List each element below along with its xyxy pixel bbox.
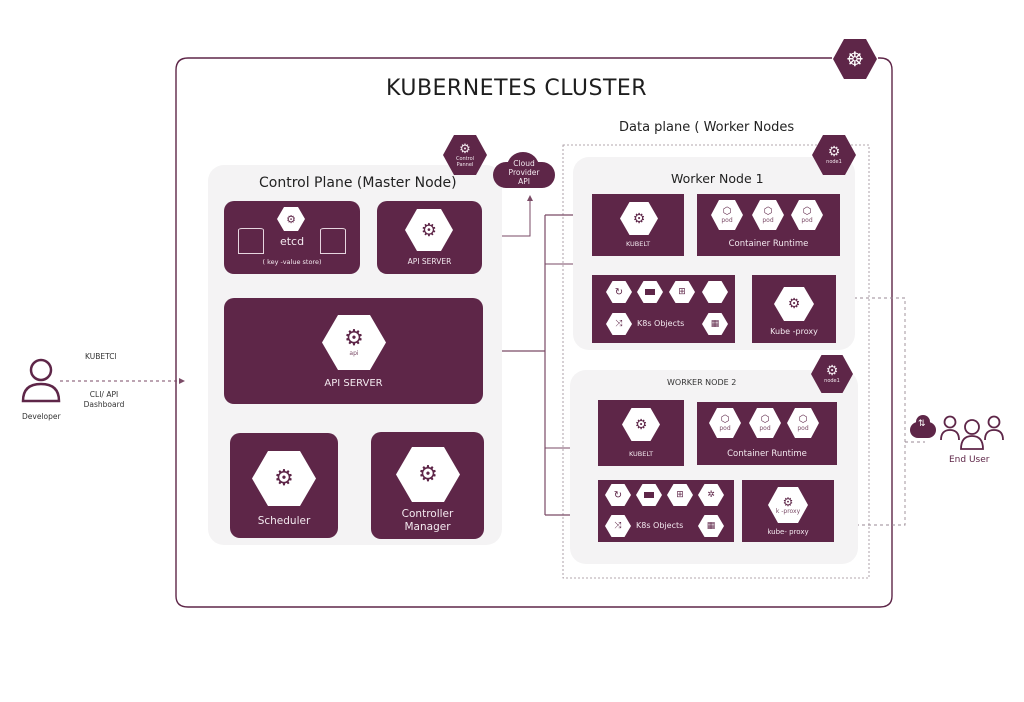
cloud-label-2: Provider <box>508 168 540 177</box>
kube-proxy-2-box[interactable]: ⚙ k -proxy kube- proxy <box>742 480 834 542</box>
k8s-objects-2-box[interactable]: ↻ ⊞ ✲ ⤨ ▦ K8s Objects <box>598 480 734 542</box>
k8s-objects-2-label: K8s Objects <box>636 521 684 530</box>
developer-icon <box>20 357 62 403</box>
gear-icon: ⚙ <box>632 210 646 227</box>
kubelet-2-label: KUBELT <box>628 450 654 458</box>
pod-label: pod <box>759 424 771 432</box>
end-user-group-icon <box>938 414 1008 452</box>
pod-label: pod <box>721 216 733 224</box>
etcd-box[interactable]: ⚙ etcd ( key -value store) <box>224 201 360 274</box>
etcd-label: etcd <box>279 235 305 248</box>
node-badge-label: node1 <box>826 159 842 165</box>
node-badge-label: node1 <box>824 378 840 384</box>
container-runtime-2-label: Container Runtime <box>727 449 807 459</box>
api-server-main-box[interactable]: ⚙ api API SERVER <box>224 298 483 404</box>
pod-label: pod <box>797 424 809 432</box>
k8s-objects-1-box[interactable]: ↻ ⊞ ⤨ ▦ K8s Objects <box>592 275 735 343</box>
gear-icon: ⚙ <box>418 462 438 487</box>
api-server-top-box[interactable]: ⚙ API SERVER <box>377 201 482 274</box>
k8s-objects-1-label: K8s Objects <box>637 319 685 328</box>
etcd-hex: ⚙ <box>277 207 305 231</box>
gear-icon: ⚙ <box>286 212 296 226</box>
gear-icon: ⚙ <box>782 494 794 509</box>
data-plane-title: Data plane ( Worker Nodes <box>619 120 795 135</box>
container-runtime-2-box[interactable]: ⬡ pod ⬡ pod ⬡ pod Container Runtime <box>697 402 837 465</box>
gear-icon: ⚙ <box>827 144 841 160</box>
developer-label: Developer <box>22 412 61 421</box>
network-icon: ⊞ <box>667 484 693 506</box>
kubernetes-helm-icon: ☸ <box>846 47 864 71</box>
gear-icon: ⚙ <box>634 416 648 433</box>
kubelet-1-label: KUBELT <box>625 240 651 248</box>
scheduler-label: Scheduler <box>257 515 311 527</box>
kube-proxy-2-label: kube- proxy <box>767 528 809 536</box>
kubelet-2-box[interactable]: ⚙ KUBELT <box>598 400 684 466</box>
developer-dashboard-label: Dashboard <box>83 400 125 409</box>
controller-manager-hex: ⚙ <box>396 447 460 502</box>
gear-icon: ⚙ <box>274 466 294 491</box>
developer-kubectl-label: KUBETCl <box>85 352 117 361</box>
controller-manager-label-1: Controller <box>401 508 454 520</box>
etcd-sublabel: ( key -value store) <box>262 258 322 266</box>
kube-proxy-1-box[interactable]: ⚙ Kube -proxy <box>752 275 836 343</box>
scheduler-hex: ⚙ <box>252 451 316 506</box>
container-runtime-1-box[interactable]: ⬡ pod ⬡ pod ⬡ pod Container Runtime <box>697 194 840 256</box>
blank-object-icon <box>702 281 728 303</box>
kube-proxy-1-label: Kube -proxy <box>770 327 818 336</box>
worker-node-2-title: WORKER NODE 2 <box>667 378 737 387</box>
api-server-top-label: API SERVER <box>407 257 452 266</box>
grid-icon: ▦ <box>702 313 728 335</box>
refresh-icon: ↻ <box>606 281 632 303</box>
pod-icon: ⬡ pod <box>752 200 784 230</box>
pod-icon: ⬡ pod <box>749 408 781 438</box>
kube-proxy-hex: ⚙ k -proxy <box>768 487 808 523</box>
kube-proxy-icon-label: k -proxy <box>775 507 801 515</box>
network-icon: ⊞ <box>669 281 695 303</box>
control-plane-badge-label: Control Pannel <box>455 155 475 168</box>
controller-manager-box[interactable]: ⚙ Controller Manager <box>371 432 484 539</box>
cloud-label-3: API <box>518 177 530 186</box>
grid-icon: ▦ <box>698 515 724 537</box>
cloud-transfer-icon: ⇅ <box>910 414 936 438</box>
gear-icon: ⚙ <box>825 363 839 379</box>
pod-icon: ⬡ pod <box>787 408 819 438</box>
kube-proxy-hex: ⚙ <box>774 287 814 321</box>
pod-label: pod <box>719 424 731 432</box>
container-runtime-1-label: Container Runtime <box>728 239 809 249</box>
api-server-main-hex: ⚙ api <box>322 315 386 370</box>
gear-icon: ⚙ <box>420 219 438 241</box>
shuffle-icon: ⤨ <box>606 313 632 335</box>
wheel-icon: ✲ <box>698 484 724 506</box>
kubelet-hex: ⚙ <box>622 408 660 441</box>
pod-icon: ⬡ pod <box>709 408 741 438</box>
container-icon <box>636 484 662 506</box>
api-icon-label: api <box>349 350 359 357</box>
developer-cli-label: CLI/ API <box>89 390 119 399</box>
pod-label: pod <box>762 216 774 224</box>
refresh-icon: ↻ <box>605 484 631 506</box>
shuffle-icon: ⤨ <box>605 515 631 537</box>
end-user-label: End User <box>949 455 990 465</box>
connector-lines <box>60 57 925 608</box>
container-icon <box>637 281 663 303</box>
cloud-provider-api[interactable]: Cloud Provider API <box>493 150 555 190</box>
controller-manager-label-2: Manager <box>404 521 451 533</box>
cloud-label-1: Cloud <box>513 159 535 168</box>
gear-icon: ⚙ <box>459 141 471 157</box>
pod-icon: ⬡ pod <box>711 200 743 230</box>
worker-node-1-title: Worker Node 1 <box>671 171 764 186</box>
kubelet-1-box[interactable]: ⚙ KUBELT <box>592 194 684 256</box>
api-server-top-hex: ⚙ <box>405 209 453 251</box>
control-plane-title-text: Control Plane (Master Node) <box>259 175 457 191</box>
pod-label: pod <box>801 216 813 224</box>
api-server-main-label: API SERVER <box>324 378 383 389</box>
gear-icon: ⚙ <box>344 326 364 351</box>
cluster-title: KUBERNETES CLUSTER <box>386 76 648 101</box>
pod-icon: ⬡ pod <box>791 200 823 230</box>
kubelet-hex: ⚙ <box>620 202 658 235</box>
scheduler-box[interactable]: ⚙ Scheduler <box>230 433 338 538</box>
gear-icon: ⚙ <box>787 296 801 312</box>
